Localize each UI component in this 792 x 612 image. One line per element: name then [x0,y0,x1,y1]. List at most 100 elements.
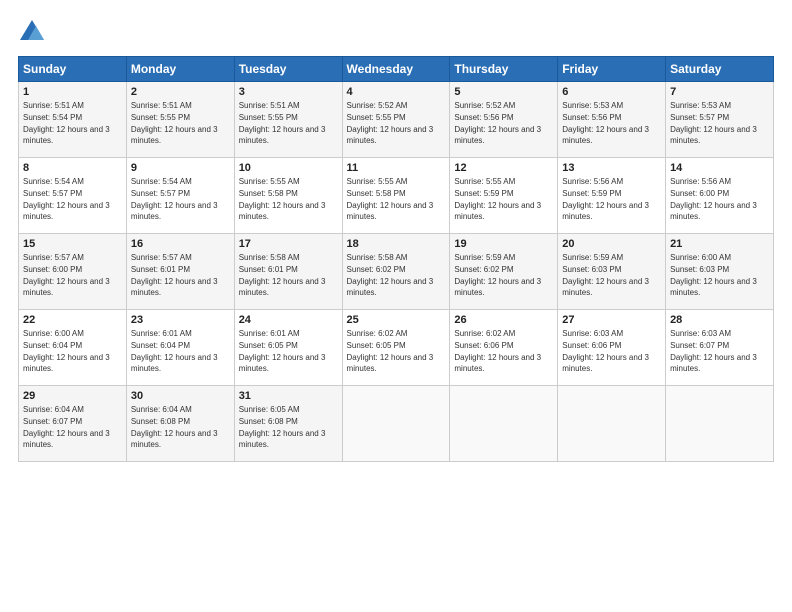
day-number: 29 [23,390,122,402]
header-row: SundayMondayTuesdayWednesdayThursdayFrid… [19,57,774,82]
calendar-cell: 29 Sunrise: 6:04 AMSunset: 6:07 PMDaylig… [19,386,127,462]
day-info: Sunrise: 6:03 AMSunset: 6:07 PMDaylight:… [670,329,757,373]
calendar-cell [450,386,558,462]
day-info: Sunrise: 5:55 AMSunset: 5:58 PMDaylight:… [239,177,326,221]
week-row-2: 8 Sunrise: 5:54 AMSunset: 5:57 PMDayligh… [19,158,774,234]
week-row-3: 15 Sunrise: 5:57 AMSunset: 6:00 PMDaylig… [19,234,774,310]
calendar-cell: 3 Sunrise: 5:51 AMSunset: 5:55 PMDayligh… [234,82,342,158]
week-row-4: 22 Sunrise: 6:00 AMSunset: 6:04 PMDaylig… [19,310,774,386]
day-number: 23 [131,314,230,326]
day-number: 3 [239,86,338,98]
day-number: 13 [562,162,661,174]
day-info: Sunrise: 5:52 AMSunset: 5:55 PMDaylight:… [347,101,434,145]
calendar-cell: 19 Sunrise: 5:59 AMSunset: 6:02 PMDaylig… [450,234,558,310]
calendar-cell: 11 Sunrise: 5:55 AMSunset: 5:58 PMDaylig… [342,158,450,234]
calendar-cell: 1 Sunrise: 5:51 AMSunset: 5:54 PMDayligh… [19,82,127,158]
day-number: 26 [454,314,553,326]
calendar-cell: 28 Sunrise: 6:03 AMSunset: 6:07 PMDaylig… [666,310,774,386]
day-info: Sunrise: 6:04 AMSunset: 6:07 PMDaylight:… [23,405,110,449]
calendar-cell: 23 Sunrise: 6:01 AMSunset: 6:04 PMDaylig… [126,310,234,386]
logo-icon [18,18,46,46]
day-info: Sunrise: 6:05 AMSunset: 6:08 PMDaylight:… [239,405,326,449]
day-number: 21 [670,238,769,250]
day-number: 12 [454,162,553,174]
day-number: 28 [670,314,769,326]
day-info: Sunrise: 5:52 AMSunset: 5:56 PMDaylight:… [454,101,541,145]
day-info: Sunrise: 5:59 AMSunset: 6:02 PMDaylight:… [454,253,541,297]
day-info: Sunrise: 6:01 AMSunset: 6:04 PMDaylight:… [131,329,218,373]
day-info: Sunrise: 5:53 AMSunset: 5:56 PMDaylight:… [562,101,649,145]
header-day-thursday: Thursday [450,57,558,82]
calendar-cell: 7 Sunrise: 5:53 AMSunset: 5:57 PMDayligh… [666,82,774,158]
day-info: Sunrise: 5:53 AMSunset: 5:57 PMDaylight:… [670,101,757,145]
calendar-cell: 12 Sunrise: 5:55 AMSunset: 5:59 PMDaylig… [450,158,558,234]
day-info: Sunrise: 5:59 AMSunset: 6:03 PMDaylight:… [562,253,649,297]
calendar-cell: 30 Sunrise: 6:04 AMSunset: 6:08 PMDaylig… [126,386,234,462]
day-info: Sunrise: 5:56 AMSunset: 6:00 PMDaylight:… [670,177,757,221]
calendar-cell: 14 Sunrise: 5:56 AMSunset: 6:00 PMDaylig… [666,158,774,234]
day-number: 14 [670,162,769,174]
calendar-cell: 6 Sunrise: 5:53 AMSunset: 5:56 PMDayligh… [558,82,666,158]
day-info: Sunrise: 5:55 AMSunset: 5:59 PMDaylight:… [454,177,541,221]
calendar-cell: 18 Sunrise: 5:58 AMSunset: 6:02 PMDaylig… [342,234,450,310]
day-number: 10 [239,162,338,174]
calendar-cell: 20 Sunrise: 5:59 AMSunset: 6:03 PMDaylig… [558,234,666,310]
calendar-cell: 26 Sunrise: 6:02 AMSunset: 6:06 PMDaylig… [450,310,558,386]
calendar-body: 1 Sunrise: 5:51 AMSunset: 5:54 PMDayligh… [19,82,774,462]
day-info: Sunrise: 6:04 AMSunset: 6:08 PMDaylight:… [131,405,218,449]
day-info: Sunrise: 6:02 AMSunset: 6:05 PMDaylight:… [347,329,434,373]
logo [18,18,50,46]
day-number: 7 [670,86,769,98]
day-info: Sunrise: 5:58 AMSunset: 6:02 PMDaylight:… [347,253,434,297]
day-info: Sunrise: 5:51 AMSunset: 5:54 PMDaylight:… [23,101,110,145]
day-number: 27 [562,314,661,326]
week-row-1: 1 Sunrise: 5:51 AMSunset: 5:54 PMDayligh… [19,82,774,158]
day-info: Sunrise: 5:57 AMSunset: 6:00 PMDaylight:… [23,253,110,297]
calendar-cell: 5 Sunrise: 5:52 AMSunset: 5:56 PMDayligh… [450,82,558,158]
header [18,18,774,46]
day-info: Sunrise: 5:51 AMSunset: 5:55 PMDaylight:… [131,101,218,145]
day-info: Sunrise: 5:54 AMSunset: 5:57 PMDaylight:… [23,177,110,221]
day-info: Sunrise: 6:02 AMSunset: 6:06 PMDaylight:… [454,329,541,373]
calendar-cell: 8 Sunrise: 5:54 AMSunset: 5:57 PMDayligh… [19,158,127,234]
day-number: 24 [239,314,338,326]
calendar-cell [342,386,450,462]
header-day-tuesday: Tuesday [234,57,342,82]
header-day-saturday: Saturday [666,57,774,82]
header-day-sunday: Sunday [19,57,127,82]
day-info: Sunrise: 5:54 AMSunset: 5:57 PMDaylight:… [131,177,218,221]
day-info: Sunrise: 6:00 AMSunset: 6:04 PMDaylight:… [23,329,110,373]
calendar-cell: 2 Sunrise: 5:51 AMSunset: 5:55 PMDayligh… [126,82,234,158]
day-number: 20 [562,238,661,250]
calendar-cell: 16 Sunrise: 5:57 AMSunset: 6:01 PMDaylig… [126,234,234,310]
day-number: 30 [131,390,230,402]
day-number: 6 [562,86,661,98]
day-info: Sunrise: 5:58 AMSunset: 6:01 PMDaylight:… [239,253,326,297]
calendar-cell: 27 Sunrise: 6:03 AMSunset: 6:06 PMDaylig… [558,310,666,386]
day-info: Sunrise: 6:00 AMSunset: 6:03 PMDaylight:… [670,253,757,297]
day-number: 9 [131,162,230,174]
header-day-friday: Friday [558,57,666,82]
day-info: Sunrise: 5:57 AMSunset: 6:01 PMDaylight:… [131,253,218,297]
calendar-table: SundayMondayTuesdayWednesdayThursdayFrid… [18,56,774,462]
calendar-cell: 21 Sunrise: 6:00 AMSunset: 6:03 PMDaylig… [666,234,774,310]
day-number: 18 [347,238,446,250]
day-number: 11 [347,162,446,174]
day-number: 1 [23,86,122,98]
calendar-cell [666,386,774,462]
week-row-5: 29 Sunrise: 6:04 AMSunset: 6:07 PMDaylig… [19,386,774,462]
day-number: 25 [347,314,446,326]
day-info: Sunrise: 5:55 AMSunset: 5:58 PMDaylight:… [347,177,434,221]
day-info: Sunrise: 5:51 AMSunset: 5:55 PMDaylight:… [239,101,326,145]
calendar-cell: 4 Sunrise: 5:52 AMSunset: 5:55 PMDayligh… [342,82,450,158]
day-number: 15 [23,238,122,250]
calendar-cell: 17 Sunrise: 5:58 AMSunset: 6:01 PMDaylig… [234,234,342,310]
header-day-monday: Monday [126,57,234,82]
day-number: 4 [347,86,446,98]
calendar-cell: 13 Sunrise: 5:56 AMSunset: 5:59 PMDaylig… [558,158,666,234]
calendar-cell: 31 Sunrise: 6:05 AMSunset: 6:08 PMDaylig… [234,386,342,462]
calendar-cell: 15 Sunrise: 5:57 AMSunset: 6:00 PMDaylig… [19,234,127,310]
calendar-cell [558,386,666,462]
day-number: 8 [23,162,122,174]
day-number: 17 [239,238,338,250]
